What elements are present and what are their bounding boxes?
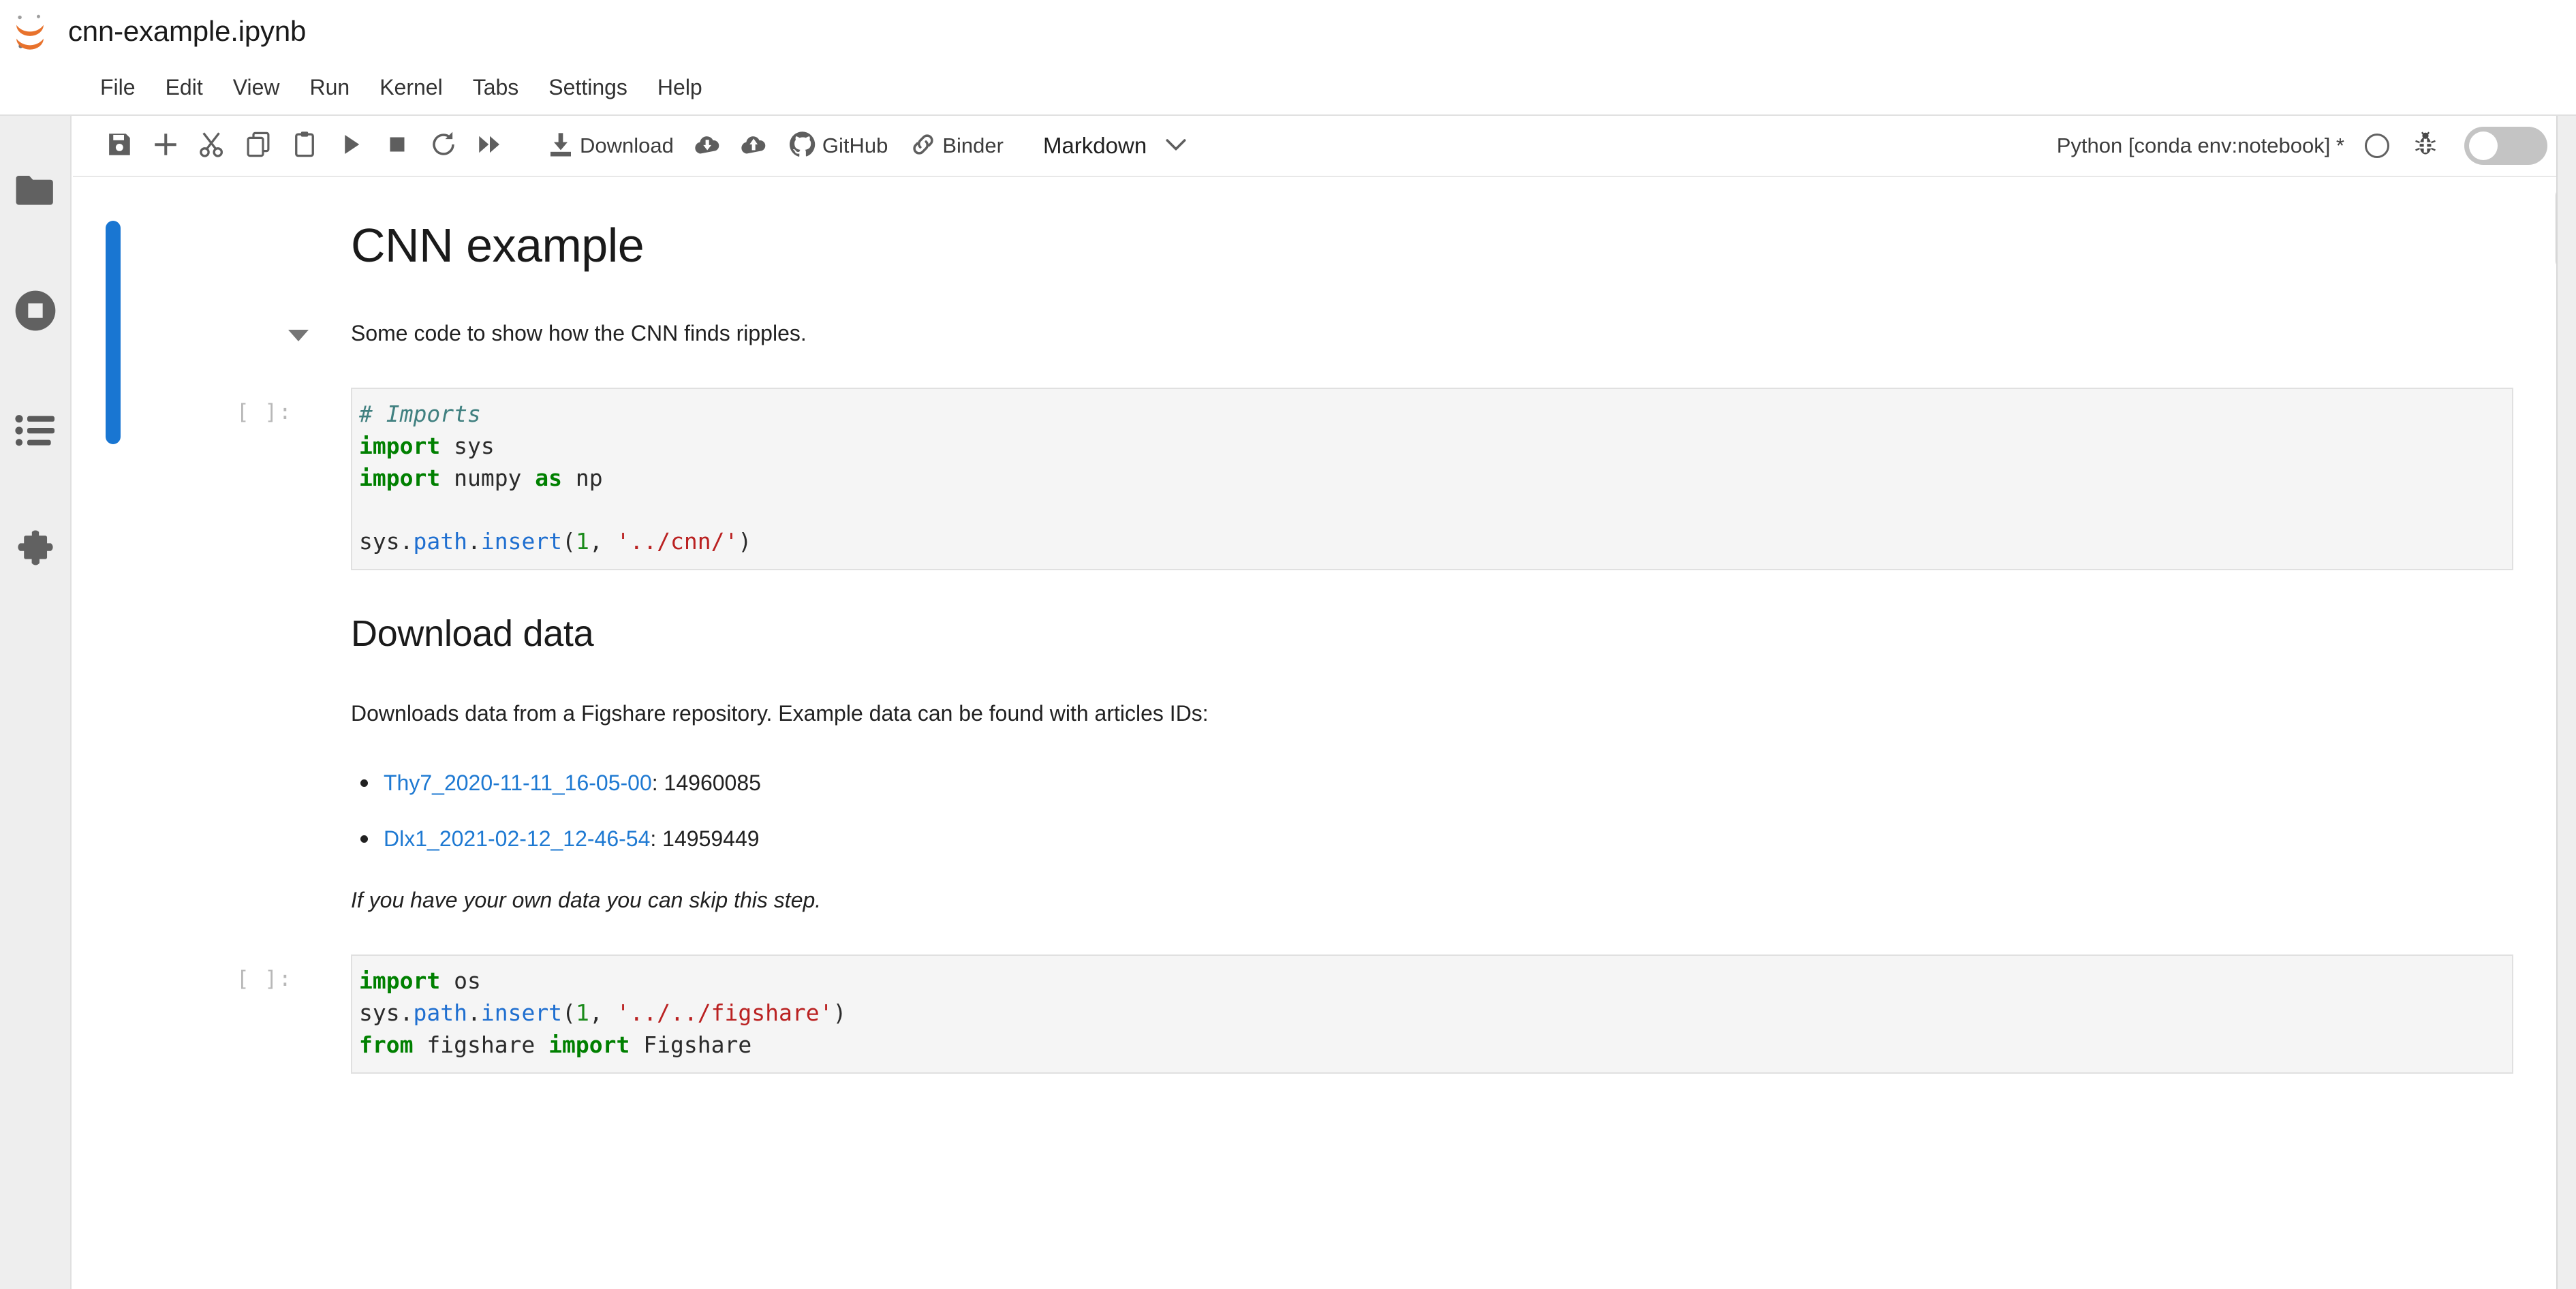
code-source: # Imports import sys import numpy as np … <box>359 401 752 555</box>
chevron-down-icon <box>1164 136 1188 156</box>
github-icon <box>788 130 817 162</box>
save-button[interactable] <box>102 123 137 169</box>
code-editor[interactable]: import os sys.path.insert(1, '../../figs… <box>351 954 2513 1074</box>
menu-item-view[interactable]: View <box>218 71 295 104</box>
intro-paragraph: Some code to show how the CNN finds ripp… <box>351 321 807 345</box>
download-label: Download <box>580 134 674 157</box>
left-sidebar <box>0 116 72 1289</box>
paste-cell-button[interactable] <box>287 123 322 169</box>
copy-icon <box>244 130 273 162</box>
run-cell-button[interactable] <box>333 123 369 169</box>
list-item: Dlx1_2021-02-12_12-46-54: 14959449 <box>351 822 2508 855</box>
sidebar-item-extension-manager[interactable] <box>3 518 68 583</box>
copy-cell-button[interactable] <box>240 123 276 169</box>
save-icon <box>105 130 134 162</box>
titlebar: cnn-example.ipynb <box>0 0 2576 63</box>
list-item: Thy7_2020-11-11_16-05-00: 14960085 <box>351 766 2508 799</box>
cell-type-dropdown[interactable]: Markdown <box>1043 133 1188 159</box>
menu-item-settings[interactable]: Settings <box>533 71 642 104</box>
cloud-download-button[interactable] <box>690 123 726 169</box>
menubar: File Edit View Run Kernel Tabs Settings … <box>0 63 2576 112</box>
kernel-name-label[interactable]: Python [conda env:notebook] * <box>2057 134 2344 158</box>
cut-cell-button[interactable] <box>194 123 230 169</box>
article-id-dlx1: : 14959449 <box>650 826 760 852</box>
article-id-thy7: : 14960085 <box>651 771 761 796</box>
download-button[interactable]: Download <box>542 123 679 169</box>
plus-icon <box>151 130 180 162</box>
right-sidebar-strip <box>2556 116 2576 1289</box>
restart-kernel-button[interactable] <box>426 123 461 169</box>
code-cell-imports[interactable]: [ ]: # Imports import sys import numpy a… <box>73 388 2576 571</box>
notebook-toolbar: Download GitHub Binder Markdown Python [… <box>73 116 2576 177</box>
link-icon <box>910 131 937 161</box>
download-data-paragraph: Downloads data from a Figshare repositor… <box>351 701 1209 726</box>
notebook-panel: CNN example Some code to show how the CN… <box>73 178 2576 1289</box>
cell-type-value: Markdown <box>1042 133 1147 158</box>
notebook-cells-container: CNN example Some code to show how the CN… <box>73 178 2576 1074</box>
article-ids-list: Thy7_2020-11-11_16-05-00: 14960085 Dlx1_… <box>351 766 2508 855</box>
binder-button[interactable]: Binder <box>904 123 1009 169</box>
debugger-toggle-knob <box>2469 131 2498 160</box>
sidebar-item-file-browser[interactable] <box>3 158 68 223</box>
markdown-cell-download-data[interactable]: Download data Downloads data from a Figs… <box>73 612 2576 916</box>
github-button[interactable]: GitHub <box>783 123 893 169</box>
article-link-thy7[interactable]: Thy7_2020-11-11_16-05-00 <box>384 771 652 795</box>
cell-prompt: [ ]: <box>236 967 293 992</box>
interrupt-kernel-button[interactable] <box>379 123 415 169</box>
page-title: CNN example <box>351 219 645 272</box>
sidebar-item-running-sessions[interactable] <box>3 278 68 343</box>
stop-square-icon <box>383 130 412 162</box>
jupyter-logo-icon <box>11 12 49 50</box>
cloud-download-icon <box>693 131 723 161</box>
folder-icon <box>14 173 57 208</box>
menu-item-edit[interactable]: Edit <box>151 71 218 104</box>
puzzle-piece-icon <box>14 529 57 572</box>
play-icon <box>337 130 365 162</box>
stop-circle-icon <box>14 289 57 332</box>
cloud-upload-icon <box>739 131 769 161</box>
github-label: GitHub <box>822 134 888 157</box>
code-source: import os sys.path.insert(1, '../../figs… <box>359 967 847 1059</box>
sidebar-item-table-of-contents[interactable] <box>3 398 68 463</box>
kernel-idle-circle-icon[interactable] <box>2365 134 2389 158</box>
list-icon <box>14 411 57 450</box>
menu-item-tabs[interactable]: Tabs <box>458 71 534 104</box>
markdown-collapser-caret-icon[interactable] <box>288 330 309 341</box>
menu-item-file[interactable]: File <box>85 71 151 104</box>
code-editor[interactable]: # Imports import sys import numpy as np … <box>351 388 2513 571</box>
markdown-cell-intro[interactable]: CNN example Some code to show how the CN… <box>73 178 2576 350</box>
code-cell-figshare[interactable]: [ ]: import os sys.path.insert(1, '../..… <box>73 954 2576 1074</box>
restart-run-all-button[interactable] <box>472 123 508 169</box>
cell-prompt: [ ]: <box>236 400 293 424</box>
debugger-toggle[interactable] <box>2464 127 2547 165</box>
menu-item-help[interactable]: Help <box>642 71 717 104</box>
bug-icon[interactable] <box>2414 130 2437 162</box>
fast-forward-icon <box>476 130 504 162</box>
restart-icon <box>429 130 458 162</box>
jupyterlab-window: cnn-example.ipynb File Edit View Run Ker… <box>0 0 2576 1289</box>
skip-step-note: If you have your own data you can skip t… <box>351 888 822 913</box>
document-title: cnn-example.ipynb <box>68 15 307 47</box>
toolbar-right-group: Python [conda env:notebook] * <box>2057 127 2576 165</box>
insert-cell-button[interactable] <box>148 123 183 169</box>
binder-label: Binder <box>942 134 1004 157</box>
cloud-upload-button[interactable] <box>736 123 772 169</box>
menu-item-run[interactable]: Run <box>294 71 364 104</box>
menu-item-kernel[interactable]: Kernel <box>364 71 458 104</box>
section-heading-download-data: Download data <box>351 613 594 655</box>
scissors-icon <box>198 130 226 162</box>
download-icon <box>547 131 574 161</box>
clipboard-icon <box>290 130 319 162</box>
article-link-dlx1[interactable]: Dlx1_2021-02-12_12-46-54 <box>384 826 650 851</box>
